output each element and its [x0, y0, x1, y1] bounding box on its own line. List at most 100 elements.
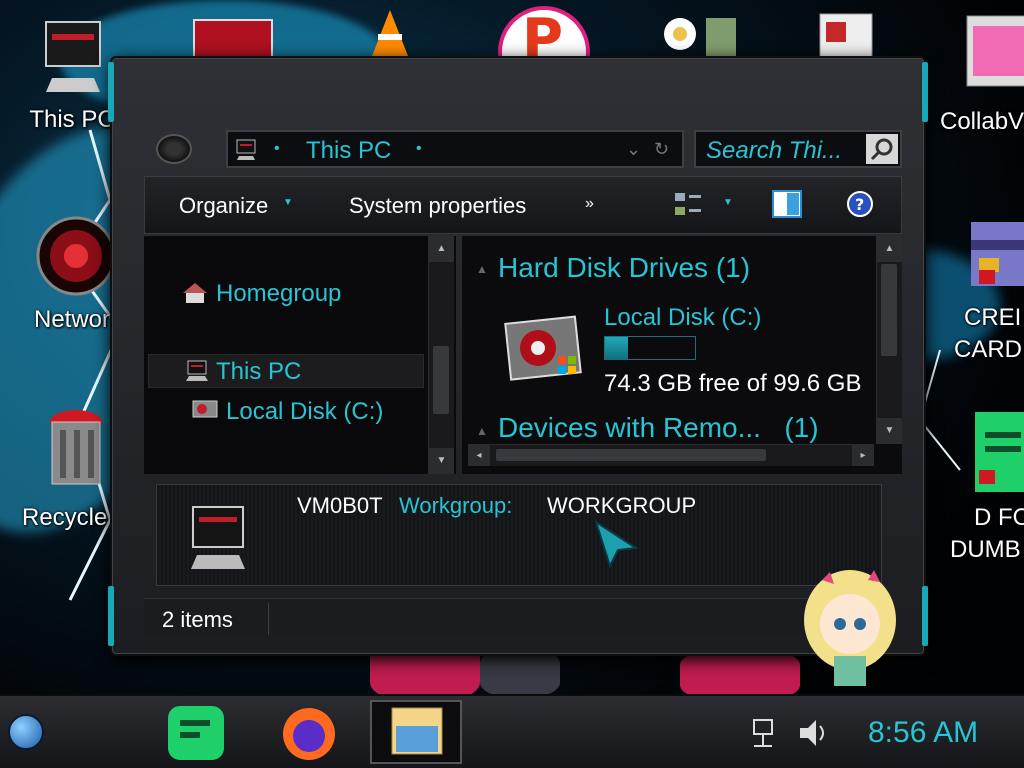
desktop-icon-collabv[interactable]: CollabV — [936, 12, 1024, 138]
organize-button[interactable]: Organize — [179, 193, 268, 219]
command-toolbar: Organize ▼ System properties » ▼ ? — [144, 176, 902, 234]
refresh-icon[interactable]: ↻ — [654, 139, 669, 160]
address-separator: • — [416, 140, 422, 157]
content-scrollbar[interactable]: ▲ ▼ — [876, 236, 902, 444]
desktop-icon-credit-card[interactable]: CREI CARD — [940, 218, 1024, 368]
scroll-thumb[interactable] — [496, 449, 766, 461]
desktop-icon-label-line2: CARD — [954, 336, 1023, 363]
scroll-up-arrow[interactable]: ▲ — [877, 236, 902, 262]
desktop-icon-this-pc[interactable]: This PC — [22, 18, 122, 138]
taskbar-app-green-doc-icon[interactable] — [164, 704, 228, 762]
view-dropdown-icon[interactable]: ▼ — [723, 197, 733, 208]
scroll-right-arrow[interactable]: ▸ — [852, 445, 874, 466]
scroll-down-arrow[interactable]: ▼ — [877, 418, 902, 444]
desktop-icon-label: Networ — [33, 306, 111, 333]
cartoon-character-sticker — [804, 570, 896, 686]
svg-text:P: P — [522, 7, 563, 58]
computer-icon — [45, 21, 101, 92]
collapse-caret-icon[interactable]: ▲ — [476, 424, 488, 438]
monitor-icon — [966, 15, 1024, 87]
search-icon — [870, 138, 893, 161]
system-properties-button[interactable]: System properties — [349, 193, 526, 219]
document-icon-top[interactable] — [812, 10, 882, 58]
group-count: (1) — [715, 252, 751, 283]
workgroup-value: WORKGROUP — [547, 493, 697, 518]
vlc-icon[interactable] — [368, 8, 412, 58]
computer-icon — [191, 506, 245, 569]
mouse-cursor-icon — [594, 519, 639, 568]
network-icon — [36, 216, 116, 296]
taskbar: 8:56 AM — [0, 694, 1024, 768]
desktop-icon-label: D FO — [974, 504, 1024, 531]
navigation-pane: Homegroup This PC Local Disk (C:) ▲ ▼ — [144, 236, 456, 474]
drive-free-space: 74.3 GB free of 99.6 GB — [604, 370, 862, 397]
taskbar-clock[interactable]: 8:56 AM — [868, 716, 978, 750]
search-input[interactable]: Search Thi... — [706, 137, 842, 165]
recycle-bin-icon — [50, 410, 102, 485]
window-edge-accent — [108, 62, 114, 122]
change-view-icon[interactable] — [673, 191, 703, 219]
details-pane: VM0B0T Workgroup: WORKGROUP — [156, 484, 882, 586]
nav-item-local-disk[interactable]: Local Disk (C:) — [226, 398, 383, 426]
credit-card-icon — [971, 222, 1024, 286]
address-dropdown-icon[interactable]: ⌄ — [626, 139, 641, 160]
this-pc-icon — [186, 360, 208, 381]
preview-pane-icon[interactable] — [771, 189, 803, 219]
nav-item-this-pc[interactable]: This PC — [216, 358, 301, 386]
window-edge-accent — [922, 586, 928, 646]
plants-vs-zombies-icon[interactable] — [656, 8, 746, 58]
volume-icon[interactable] — [798, 718, 832, 748]
organize-dropdown-icon[interactable]: ▼ — [283, 197, 293, 208]
scroll-thumb[interactable] — [881, 264, 897, 356]
window-edge-accent — [922, 62, 928, 122]
content-pane: ▲ Hard Disk Drives (1) Local Disk (C:) 7… — [462, 236, 902, 474]
collapse-caret-icon[interactable]: ▲ — [476, 262, 488, 276]
group-title: Devices with Remo... — [498, 412, 761, 443]
address-bar[interactable]: • This PC • ⌄ ↻ — [226, 130, 684, 168]
start-button[interactable] — [8, 714, 44, 750]
desktop-icon-label: Recycle E — [22, 504, 131, 531]
scroll-down-arrow[interactable]: ▼ — [429, 448, 454, 474]
window-edge-accent — [108, 586, 114, 646]
group-title: Hard Disk Drives — [498, 252, 709, 283]
network-tray-icon[interactable] — [750, 718, 782, 748]
homegroup-icon — [183, 283, 207, 303]
desktop-icon-label: This PC — [29, 106, 115, 133]
nav-scrollbar[interactable]: ▲ ▼ — [428, 236, 454, 474]
scroll-thumb[interactable] — [433, 346, 449, 414]
app-icon-top-1 — [193, 19, 273, 58]
help-icon[interactable]: ? — [845, 189, 875, 219]
back-forward-orb-button[interactable] — [156, 134, 192, 164]
search-button[interactable] — [866, 134, 898, 164]
scroll-up-arrow[interactable]: ▲ — [429, 236, 454, 262]
scroll-left-arrow[interactable]: ◂ — [468, 445, 490, 466]
workgroup-label: Workgroup: — [399, 493, 513, 518]
desktop-icon-recycle-bin[interactable]: Recycle E — [22, 404, 131, 540]
drive-usage-bar — [604, 336, 696, 360]
content-horizontal-scrollbar[interactable]: ◂ ▸ — [468, 444, 874, 466]
this-pc-icon — [236, 139, 256, 160]
group-header-hard-disk-drives[interactable]: Hard Disk Drives (1) — [498, 252, 750, 284]
local-disk-drive-icon[interactable] — [504, 314, 588, 384]
folder-icon — [391, 707, 443, 755]
taskbar-explorer-button[interactable] — [370, 700, 462, 764]
computer-name: VM0B0T — [297, 493, 383, 518]
desktop-icon-label-line2: DUMB — [950, 536, 1021, 563]
group-count: (1) — [784, 412, 819, 443]
address-location[interactable]: This PC — [306, 137, 391, 165]
svg-text:?: ? — [855, 195, 864, 214]
drive-usage-fill — [605, 337, 628, 359]
desktop-icon-network[interactable]: Networ — [22, 210, 122, 340]
more-commands-button[interactable]: » — [585, 195, 594, 213]
red-p-app-icon[interactable]: P — [498, 6, 590, 58]
desktop-icon-label: CollabV — [940, 108, 1024, 135]
status-divider — [268, 603, 269, 635]
firefox-icon[interactable] — [278, 702, 340, 764]
group-header-devices-removable[interactable]: Devices with Remo... (1) — [498, 412, 819, 444]
desktop-icon-label: CREI — [964, 304, 1022, 331]
status-bar: 2 items — [144, 598, 890, 638]
search-box[interactable]: Search Thi... — [694, 130, 902, 168]
desktop-icon-d-fo[interactable]: D FO DUMB — [940, 408, 1024, 568]
nav-item-homegroup[interactable]: Homegroup — [216, 280, 341, 308]
drive-name[interactable]: Local Disk (C:) — [604, 304, 761, 332]
